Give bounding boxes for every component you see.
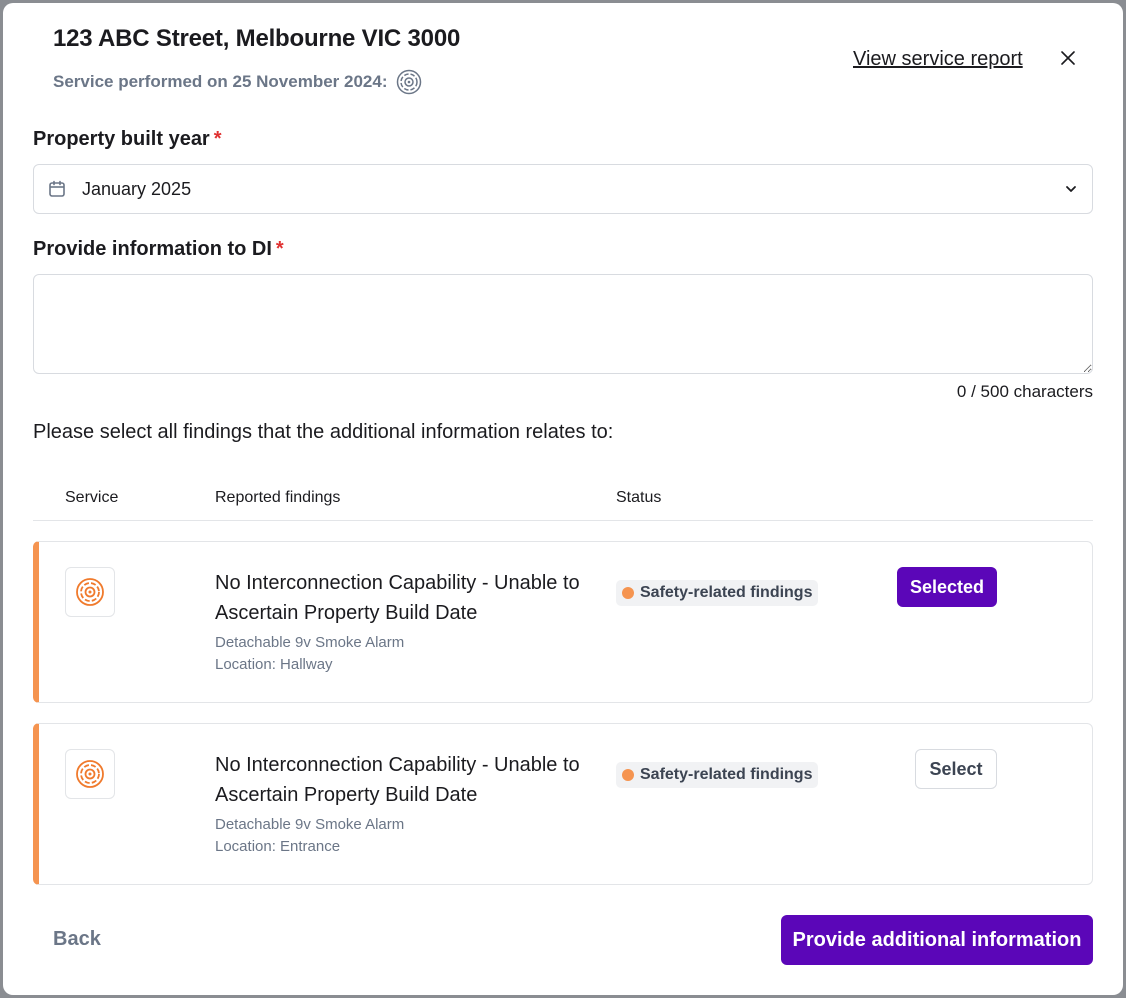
close-icon (1061, 51, 1075, 65)
column-header-service: Service (65, 489, 119, 506)
status-dot-icon (622, 769, 634, 781)
select-button[interactable]: Select (915, 749, 997, 789)
status-badge-label: Safety-related findings (640, 584, 813, 601)
property-built-year-label: Property built year * (33, 128, 222, 151)
service-icon-box (65, 749, 115, 799)
character-counter: 0 / 500 characters (956, 382, 1093, 401)
required-asterisk: * (213, 128, 222, 150)
smoke-alarm-icon (76, 760, 104, 788)
status-badge: Safety-related findings (616, 762, 819, 788)
finding-device: Detachable 9v Smoke Alarm (215, 634, 405, 651)
status-badge: Safety-related findings (616, 580, 819, 606)
findings-table-header: Service Reported findings Status (33, 477, 1093, 521)
column-header-status: Status (616, 489, 662, 506)
table-row: No Interconnection Capability - Unable t… (33, 723, 1093, 885)
service-date-text: Service performed on 25 November 2024: (53, 72, 388, 91)
finding-info-dialog: 123 ABC Street, Melbourne VIC 3000 Servi… (3, 3, 1123, 995)
back-button[interactable]: Back (53, 928, 101, 951)
finding-device: Detachable 9v Smoke Alarm (215, 816, 405, 833)
status-dot-icon (622, 587, 634, 599)
provide-additional-information-button[interactable]: Provide additional information (781, 915, 1093, 965)
provide-info-label: Provide information to DI * (33, 238, 284, 261)
finding-location: Location: Entrance (215, 838, 341, 855)
calendar-icon (49, 180, 65, 197)
selected-year-value: January 2025 (82, 178, 192, 199)
page-title: 123 ABC Street, Melbourne VIC 3000 (53, 25, 461, 52)
service-performed-line: Service performed on 25 November 2024: (53, 69, 422, 95)
finding-location: Location: Hallway (215, 656, 333, 673)
column-header-reported-findings: Reported findings (215, 489, 341, 506)
chevron-down-icon (1066, 186, 1076, 192)
smoke-alarm-icon (397, 69, 422, 95)
table-row: No Interconnection Capability - Unable t… (33, 541, 1093, 703)
view-service-report-link[interactable]: View service report (853, 48, 1023, 71)
provide-info-textarea[interactable] (33, 274, 1093, 374)
close-button[interactable] (1055, 45, 1081, 71)
selected-button[interactable]: Selected (897, 567, 997, 607)
findings-prompt: Please select all findings that the addi… (33, 421, 614, 443)
finding-title: No Interconnection Capability - Unable t… (215, 754, 580, 806)
finding-title: No Interconnection Capability - Unable t… (215, 572, 580, 624)
property-built-year-label-text: Property built year (33, 128, 210, 150)
property-built-year-select[interactable]: January 2025 (33, 164, 1093, 214)
required-asterisk: * (275, 238, 284, 260)
service-icon-box (65, 567, 115, 617)
smoke-alarm-icon (76, 578, 104, 606)
provide-info-label-text: Provide information to DI (33, 238, 272, 260)
status-badge-label: Safety-related findings (640, 766, 813, 783)
